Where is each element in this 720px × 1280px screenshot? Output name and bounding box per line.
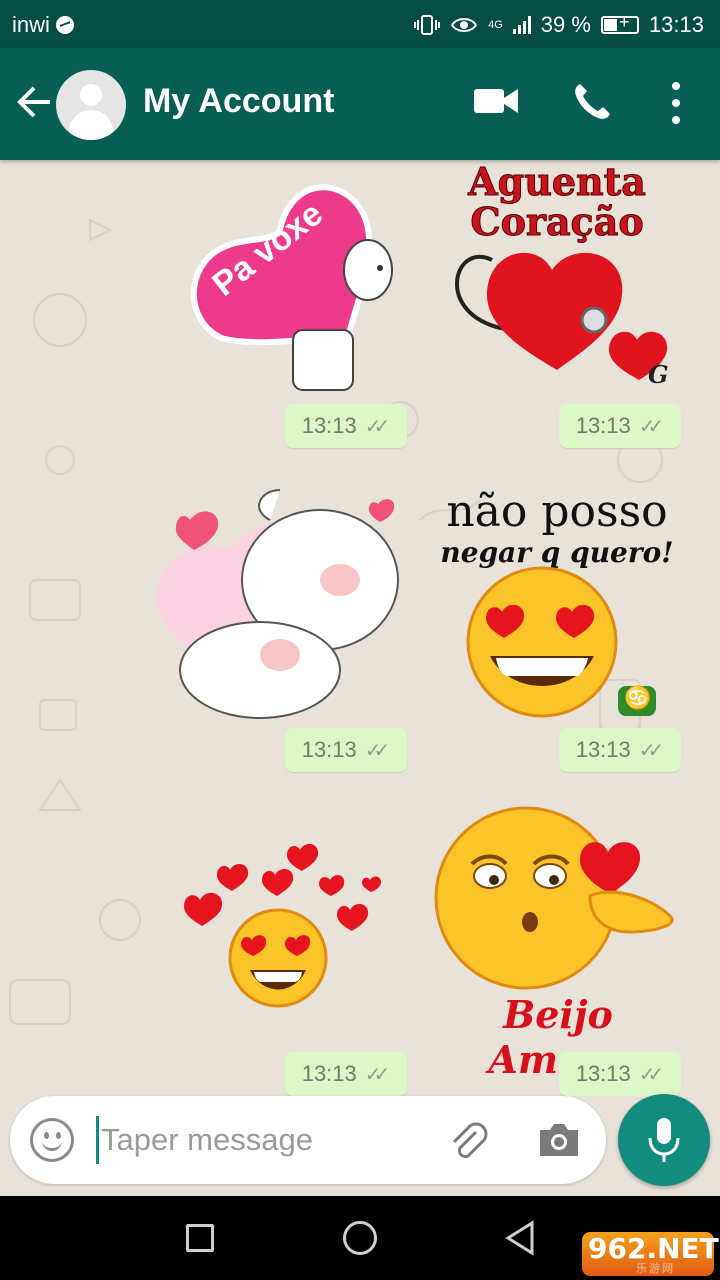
chat-area[interactable]: Pa voxe 13:13 ✓✓ Aguenta Coração G 13:13 ✓… (0, 160, 720, 1096)
read-ticks-icon: ✓✓ (638, 415, 664, 438)
zodiac-badge: ♋ (624, 686, 652, 711)
message-timestamp: 13:13 ✓✓ (285, 404, 407, 448)
battery-icon (600, 12, 639, 34)
vibrate-icon (414, 15, 441, 35)
back-arrow-icon[interactable] (14, 82, 54, 122)
camera-icon[interactable] (538, 1120, 580, 1158)
watermark-subtext: 乐游网 (636, 1262, 675, 1275)
heart-eyes-emoji-image (466, 566, 656, 718)
eye-icon (450, 18, 478, 32)
avatar[interactable] (56, 70, 126, 140)
emoji-icon[interactable] (30, 1118, 74, 1162)
more-options-icon[interactable] (664, 82, 688, 126)
sticker-bunny-hug[interactable] (150, 480, 400, 719)
stethoscope-heart-image (455, 252, 668, 380)
signal-icon (512, 16, 531, 34)
message-timestamp: 13:13 ✓✓ (285, 728, 407, 772)
signature-badge: G (648, 360, 669, 389)
sticker-aguenta-coracao[interactable]: Aguenta Coração G (432, 160, 682, 390)
watermark-logo: 962.NET 乐游网 (582, 1232, 719, 1276)
back-button[interactable] (504, 1220, 536, 1256)
message-timestamp: 13:13 ✓✓ (559, 1052, 681, 1096)
battery-percent: 39 % (540, 12, 591, 37)
read-ticks-icon: ✓✓ (638, 1063, 664, 1086)
carrier-name: inwi (12, 12, 50, 37)
read-ticks-icon: ✓✓ (638, 739, 664, 762)
home-button[interactable] (343, 1221, 377, 1255)
network-type: 4G (488, 19, 503, 31)
message-timestamp: 13:13 ✓✓ (559, 404, 681, 448)
read-ticks-icon: ✓✓ (364, 1063, 390, 1086)
read-ticks-icon: ✓✓ (364, 415, 390, 438)
bunny-couple-image (156, 489, 399, 719)
sticker-hearts-emoji[interactable] (170, 840, 420, 1070)
mic-icon (648, 1118, 680, 1162)
sticker-beijo-amore[interactable]: Beijo Amore (430, 806, 680, 1082)
messenger-icon (55, 16, 74, 34)
heart-eyes-hearts-image (184, 843, 382, 1008)
message-timestamp: 13:13 ✓✓ (285, 1052, 407, 1096)
attach-icon[interactable] (446, 1118, 490, 1162)
sticker-nao-posso[interactable]: não posso negar q quero! ♋ (432, 480, 682, 718)
sticker-pa-voxe[interactable]: Pa voxe (168, 160, 418, 391)
contact-name[interactable]: My Account (143, 82, 334, 121)
recents-button[interactable] (186, 1224, 214, 1252)
clock: 13:13 (648, 12, 704, 37)
message-composer (10, 1096, 606, 1184)
message-timestamp: 13:13 ✓✓ (559, 728, 681, 772)
message-input[interactable] (96, 1116, 426, 1164)
chat-header: My Account (0, 48, 720, 160)
mic-button[interactable] (618, 1094, 710, 1186)
phone-icon[interactable] (572, 82, 612, 122)
read-ticks-icon: ✓✓ (364, 739, 390, 762)
video-call-icon[interactable] (474, 86, 518, 116)
status-bar: inwi 4G 39 % 13:13 (0, 0, 720, 48)
